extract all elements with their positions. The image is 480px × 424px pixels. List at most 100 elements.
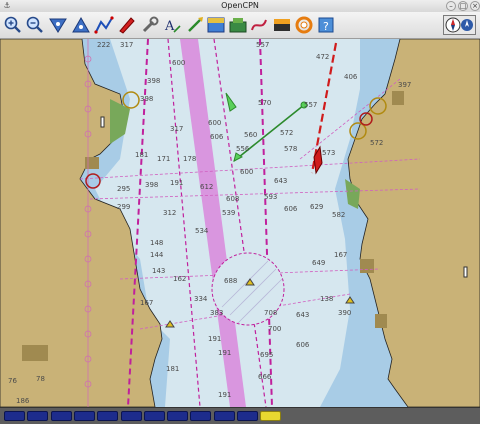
- built-up-area: [375, 314, 387, 328]
- sounding: 317: [120, 41, 133, 49]
- sounding: 649: [312, 259, 325, 267]
- sounding: 76: [8, 377, 17, 385]
- sounding: 556: [236, 145, 250, 153]
- close-button[interactable]: ×: [470, 1, 480, 11]
- compass-icon[interactable]: [443, 15, 476, 35]
- built-up-area: [22, 345, 48, 361]
- route-icon[interactable]: [94, 15, 114, 35]
- sounding: 666: [258, 373, 272, 381]
- sounding: 171: [157, 155, 170, 163]
- beacon-icon: [463, 266, 468, 278]
- text-icon[interactable]: A: [162, 15, 182, 35]
- window-title: OpenCPN: [221, 1, 259, 10]
- sounding: 191: [218, 391, 231, 399]
- sounding: 181: [135, 151, 148, 159]
- sounding: 695: [260, 351, 273, 359]
- sounding: 560: [244, 131, 257, 139]
- sounding: 700: [268, 325, 281, 333]
- sounding: 573: [322, 149, 335, 157]
- sounding: 557: [304, 101, 317, 109]
- sounding: 612: [200, 183, 213, 191]
- sounding: 397: [398, 81, 411, 89]
- chart-quilt-panel[interactable]: [260, 411, 282, 421]
- sounding: 144: [150, 251, 164, 259]
- track-icon[interactable]: [272, 15, 292, 35]
- sounding: 390: [338, 309, 351, 317]
- sounding: 191: [170, 179, 183, 187]
- chart-quilt-panel[interactable]: [73, 411, 95, 421]
- follow-ship-icon[interactable]: [117, 15, 137, 35]
- sounding: 178: [183, 155, 196, 163]
- sounding: 143: [152, 267, 165, 275]
- sounding: 688: [224, 277, 237, 285]
- sounding: 138: [320, 295, 333, 303]
- sounding: 334: [194, 295, 208, 303]
- mob-icon[interactable]: ?: [316, 15, 336, 35]
- sounding: 643: [274, 177, 287, 185]
- chart-quilt-panel[interactable]: [97, 411, 119, 421]
- sounding: 539: [222, 209, 235, 217]
- sounding: 398: [147, 77, 160, 85]
- sounding: 222: [97, 41, 110, 49]
- scale-down-icon[interactable]: [48, 15, 68, 35]
- current-icon[interactable]: [185, 15, 205, 35]
- chart-quilt-panel[interactable]: [50, 411, 72, 421]
- svg-text:?: ?: [323, 20, 329, 33]
- sounding: 398: [140, 95, 153, 103]
- sounding: 299: [117, 203, 130, 211]
- chart-quilt-panel[interactable]: [120, 411, 142, 421]
- sounding: 557: [256, 41, 269, 49]
- sounding: 572: [280, 129, 293, 137]
- zoom-in-icon[interactable]: [3, 15, 23, 35]
- sounding: 472: [316, 53, 329, 61]
- tide-icon[interactable]: [206, 15, 226, 35]
- chart-quilt-panel[interactable]: [213, 411, 235, 421]
- sounding: 572: [370, 139, 383, 147]
- sounding: 600: [208, 119, 221, 127]
- sounding: 578: [284, 145, 297, 153]
- print-icon[interactable]: [228, 15, 248, 35]
- zoom-out-icon[interactable]: [25, 15, 45, 35]
- sounding: 608: [226, 195, 239, 203]
- sounding: 191: [208, 335, 221, 343]
- sounding: 593: [264, 193, 277, 201]
- sounding: 186: [16, 397, 30, 405]
- sounding: 317: [170, 125, 183, 133]
- sounding: 78: [36, 375, 45, 383]
- chart-quilt-bar: [0, 407, 480, 424]
- sounding: 162: [173, 275, 186, 283]
- chart-quilt-panel[interactable]: [237, 411, 258, 421]
- chart-quilt-panel[interactable]: [143, 411, 165, 421]
- sounding: 606: [284, 205, 298, 213]
- sounding: 534: [195, 227, 209, 235]
- sounding: 600: [240, 168, 253, 176]
- built-up-area: [85, 157, 99, 169]
- sounding: 167: [334, 251, 347, 259]
- sounding: 606: [296, 341, 310, 349]
- toolbar: A ?: [0, 12, 480, 39]
- sounding: 570: [258, 99, 271, 107]
- chart-canvas[interactable]: 222 317 600 398 398 317 570 557 472 406 …: [0, 39, 480, 407]
- sounding: 383: [210, 309, 223, 317]
- chart-quilt-panel[interactable]: [167, 411, 189, 421]
- sounding: 600: [172, 59, 185, 67]
- colour-scheme-icon[interactable]: [294, 15, 314, 35]
- scale-up-icon[interactable]: [71, 15, 91, 35]
- settings-icon[interactable]: [140, 15, 160, 35]
- sounding: 398: [145, 181, 158, 189]
- sounding: 148: [150, 239, 163, 247]
- minimize-button[interactable]: –: [446, 1, 456, 11]
- chart-quilt-panel[interactable]: [190, 411, 212, 421]
- maximize-button[interactable]: □: [458, 1, 468, 11]
- built-up-area: [360, 259, 374, 273]
- route-manager-icon[interactable]: [249, 15, 269, 35]
- sounding: 582: [332, 211, 345, 219]
- chart-quilt-panel[interactable]: [4, 411, 25, 421]
- chart-quilt-panel[interactable]: [27, 411, 49, 421]
- beacon-icon: [100, 116, 105, 128]
- built-up-area: [392, 91, 404, 105]
- sounding: 181: [166, 365, 179, 373]
- sounding: 643: [296, 311, 309, 319]
- sounding: 629: [310, 203, 323, 211]
- svg-text:A: A: [164, 19, 175, 34]
